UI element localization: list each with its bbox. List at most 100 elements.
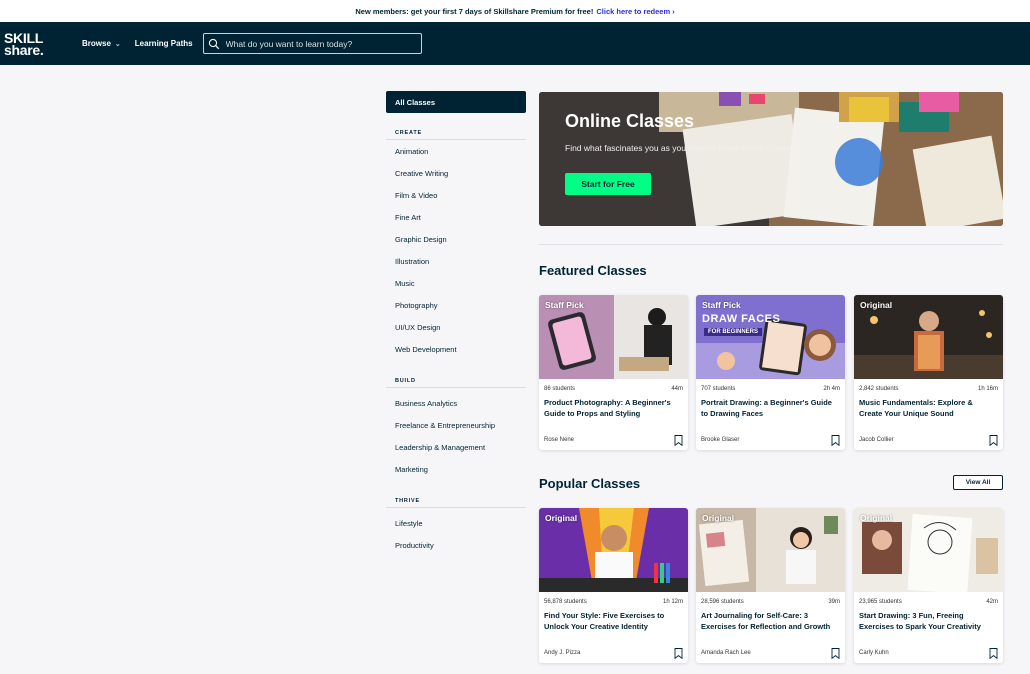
class-thumbnail[interactable]: Staff Pick DRAW FACES FOR BEGINNERS bbox=[696, 295, 845, 379]
class-duration: 44m bbox=[671, 386, 683, 392]
student-count: 2,842 students bbox=[859, 386, 899, 392]
class-title[interactable]: Portrait Drawing: a Beginner's Guide to … bbox=[696, 392, 845, 430]
class-thumbnail[interactable]: Staff Pick bbox=[539, 295, 688, 379]
category-item[interactable]: Web Development bbox=[386, 338, 526, 360]
category-heading: CREATE bbox=[386, 130, 526, 140]
class-meta: 707 students 2h 4m bbox=[696, 379, 845, 392]
category-heading: THRIVE bbox=[386, 498, 526, 508]
teacher-name[interactable]: Amanda Rach Lee bbox=[701, 650, 751, 656]
class-footer: Amanda Rach Lee bbox=[696, 643, 845, 663]
class-title[interactable]: Music Fundamentals: Explore & Create You… bbox=[854, 392, 1003, 430]
class-duration: 39m bbox=[828, 599, 840, 605]
class-card[interactable]: Staff Pick 86 students 44m Product Photo… bbox=[539, 295, 688, 450]
bookmark-icon[interactable] bbox=[674, 434, 683, 446]
promo-text: New members: get your first 7 days of Sk… bbox=[355, 6, 594, 16]
bookmark-icon[interactable] bbox=[674, 647, 683, 659]
search-icon bbox=[208, 38, 219, 49]
student-count: 23,965 students bbox=[859, 599, 902, 605]
search-box[interactable] bbox=[202, 33, 422, 54]
bookmark-icon[interactable] bbox=[831, 434, 840, 446]
class-thumbnail[interactable]: Original bbox=[696, 508, 845, 592]
class-badge: Original bbox=[860, 513, 893, 523]
category-item[interactable]: Animation bbox=[386, 140, 526, 162]
class-card[interactable]: Original 2,842 students 1h 16m Music Fun… bbox=[854, 295, 1003, 450]
category-group-create: CREATE Animation Creative Writing Film &… bbox=[386, 130, 526, 360]
category-item[interactable]: Marketing bbox=[386, 458, 526, 480]
category-item[interactable]: Music bbox=[386, 272, 526, 294]
class-title[interactable]: Find Your Style: Five Exercises to Unloc… bbox=[539, 605, 688, 643]
category-item[interactable]: Freelance & Entrepreneurship bbox=[386, 414, 526, 436]
teacher-name[interactable]: Rose Nene bbox=[544, 437, 574, 443]
class-footer: Jacob Collier bbox=[854, 430, 1003, 450]
teacher-name[interactable]: Jacob Collier bbox=[859, 437, 894, 443]
top-navbar: SKILL share. Browse ⌄ Learning Paths bbox=[0, 22, 1030, 65]
category-item[interactable]: Graphic Design bbox=[386, 228, 526, 250]
class-badge: Original bbox=[545, 513, 578, 523]
class-footer: Rose Nene bbox=[539, 430, 688, 450]
bookmark-icon[interactable] bbox=[989, 434, 998, 446]
class-duration: 1h 16m bbox=[977, 386, 998, 392]
featured-classes-title: Featured Classes bbox=[539, 263, 647, 278]
teacher-name[interactable]: Andy J. Pizza bbox=[544, 650, 580, 656]
student-count: 707 students bbox=[701, 386, 736, 392]
class-footer: Carly Kuhn bbox=[854, 643, 1003, 663]
class-badge: Original bbox=[860, 300, 893, 310]
class-duration: 1h 12m bbox=[662, 599, 683, 605]
category-item[interactable]: Lifestyle bbox=[386, 512, 526, 534]
class-meta: 2,842 students 1h 16m bbox=[854, 379, 1003, 392]
class-duration: 2h 4m bbox=[823, 386, 840, 392]
category-item[interactable]: Illustration bbox=[386, 250, 526, 272]
class-badge: Original bbox=[702, 513, 735, 523]
all-classes-button[interactable]: All Classes bbox=[386, 91, 526, 113]
logo-bottom-text: share. bbox=[4, 41, 44, 58]
category-item[interactable]: Creative Writing bbox=[386, 162, 526, 184]
category-item[interactable]: Productivity bbox=[386, 534, 526, 556]
category-item[interactable]: UI/UX Design bbox=[386, 316, 526, 338]
chevron-right-icon[interactable]: › bbox=[672, 7, 675, 16]
class-card[interactable]: Original 28,596 students 39m Art Journal… bbox=[696, 508, 845, 663]
popular-classes-title: Popular Classes bbox=[539, 476, 641, 491]
class-meta: 56,878 students 1h 12m bbox=[539, 592, 688, 605]
promo-redeem-link[interactable]: Click here to redeem bbox=[596, 7, 670, 16]
class-footer: Brooke Glaser bbox=[696, 430, 845, 450]
class-badge: Staff Pick bbox=[545, 300, 584, 310]
class-thumbnail[interactable]: Original bbox=[854, 508, 1003, 592]
bookmark-icon[interactable] bbox=[989, 647, 998, 659]
browse-menu[interactable]: Browse ⌄ bbox=[82, 39, 121, 48]
learning-paths-label: Learning Paths bbox=[134, 39, 193, 48]
category-item[interactable]: Photography bbox=[386, 294, 526, 316]
search-input[interactable] bbox=[225, 38, 416, 49]
learning-paths-link[interactable]: Learning Paths bbox=[135, 39, 193, 48]
browse-label: Browse bbox=[82, 39, 111, 48]
teacher-name[interactable]: Carly Kuhn bbox=[859, 650, 889, 656]
teacher-name[interactable]: Brooke Glaser bbox=[701, 437, 739, 443]
class-card[interactable]: Staff Pick DRAW FACES FOR BEGINNERS 707 … bbox=[696, 295, 845, 450]
view-all-button[interactable]: View All bbox=[953, 475, 1003, 490]
category-group-build: BUILD Business Analytics Freelance & Ent… bbox=[386, 378, 526, 480]
bookmark-icon[interactable] bbox=[831, 647, 840, 659]
category-item[interactable]: Leadership & Management bbox=[386, 436, 526, 458]
hero-banner: Online Classes Find what fascinates you … bbox=[539, 92, 1003, 226]
category-item[interactable]: Fine Art bbox=[386, 206, 526, 228]
class-thumbnail[interactable]: Original bbox=[854, 295, 1003, 379]
class-meta: 86 students 44m bbox=[539, 379, 688, 392]
chevron-down-icon: ⌄ bbox=[114, 40, 121, 48]
class-title[interactable]: Start Drawing: 3 Fun, Freeing Exercises … bbox=[854, 605, 1003, 643]
thumbnail-subtitle-text: FOR BEGINNERS bbox=[704, 328, 763, 336]
class-meta: 28,596 students 39m bbox=[696, 592, 845, 605]
class-title[interactable]: Product Photography: A Beginner's Guide … bbox=[539, 392, 688, 430]
skillshare-logo[interactable]: SKILL share. bbox=[4, 31, 62, 58]
start-for-free-button[interactable]: Start for Free bbox=[565, 173, 651, 195]
student-count: 28,596 students bbox=[701, 599, 744, 605]
category-group-thrive: THRIVE Lifestyle Productivity bbox=[386, 498, 526, 556]
class-card[interactable]: Original 23,965 students 42m Start Drawi… bbox=[854, 508, 1003, 663]
class-thumbnail[interactable]: Original bbox=[539, 508, 688, 592]
class-badge: Staff Pick bbox=[702, 300, 741, 310]
category-item[interactable]: Business Analytics bbox=[386, 392, 526, 414]
class-card[interactable]: Original 56,878 students 1h 12m Find You… bbox=[539, 508, 688, 663]
student-count: 56,878 students bbox=[544, 599, 587, 605]
class-meta: 23,965 students 42m bbox=[854, 592, 1003, 605]
category-heading: BUILD bbox=[386, 378, 526, 388]
class-title[interactable]: Art Journaling for Self-Care: 3 Exercise… bbox=[696, 605, 845, 643]
category-item[interactable]: Film & Video bbox=[386, 184, 526, 206]
